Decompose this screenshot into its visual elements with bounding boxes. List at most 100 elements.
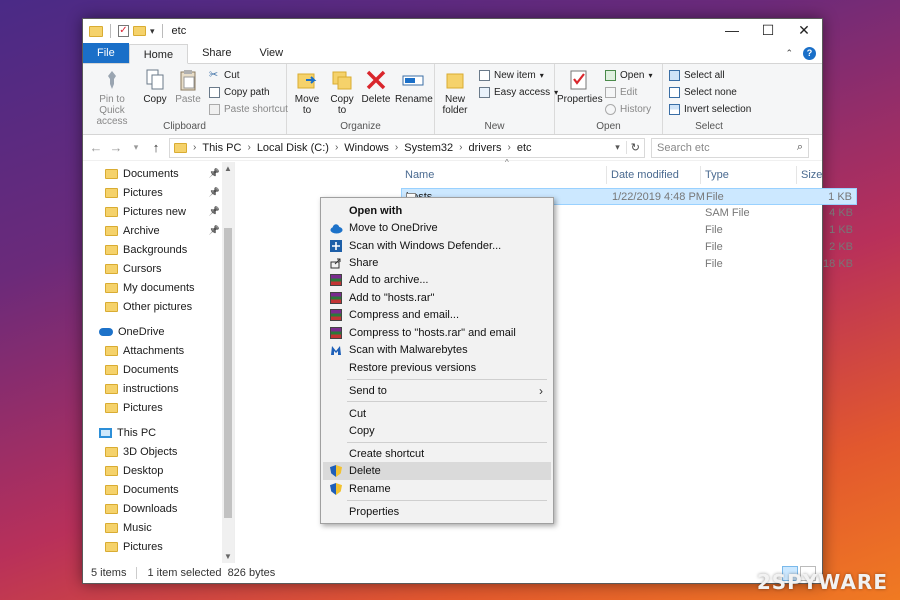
nav-scrollbar[interactable]: ▲ ▼ (222, 162, 234, 563)
select-all-button[interactable]: Select all (669, 70, 725, 81)
breadcrumb-windows[interactable]: Windows (344, 142, 389, 154)
menu-scan-malwarebytes[interactable]: Scan with Malwarebytes (323, 341, 551, 359)
nav-item-onedrive[interactable]: OneDrive (83, 322, 222, 341)
nav-item-onedrive-child[interactable]: Pictures (83, 398, 222, 417)
nav-item-this-pc-child[interactable]: 3D Objects (83, 442, 222, 461)
pin-quick-access-button[interactable]: Pin to Quick access (87, 68, 137, 127)
nav-item-quick-access[interactable]: Other pictures (83, 297, 222, 316)
recent-chevron-icon[interactable]: ▾ (129, 142, 143, 153)
search-box[interactable]: Search etc ⌕ (651, 137, 809, 158)
nav-item-this-pc[interactable]: This PC (83, 423, 222, 442)
nav-item-this-pc-child[interactable]: Pictures (83, 537, 222, 556)
cut-button[interactable]: ✂ Cut (209, 70, 240, 82)
context-menu: Open with Move to OneDrive Scan with Win… (320, 197, 554, 524)
forward-arrow-icon[interactable]: → (109, 140, 123, 155)
breadcrumb-separator: › (334, 142, 339, 153)
delete-ribbon-button[interactable]: Delete (361, 68, 391, 105)
new-item-button[interactable]: New item ▾ (479, 70, 544, 81)
properties-button[interactable]: Properties (557, 68, 603, 105)
nav-item-quick-access[interactable]: Pictures 📌 (83, 183, 222, 202)
open-button[interactable]: Open ▾ (605, 70, 652, 81)
column-header-size[interactable]: Size (797, 166, 857, 184)
maximize-button[interactable]: ☐ (750, 19, 786, 43)
paste-shortcut-button[interactable]: Paste shortcut (209, 104, 288, 115)
nav-item-this-pc-child[interactable]: Downloads (83, 499, 222, 518)
menu-cut[interactable]: Cut (323, 405, 551, 423)
move-to-button[interactable]: Move to (291, 68, 323, 116)
menu-share[interactable]: Share (323, 254, 551, 272)
tab-share[interactable]: Share (188, 43, 245, 63)
column-header-name[interactable]: Name (401, 166, 607, 184)
menu-copy[interactable]: Copy (323, 422, 551, 440)
nav-item-quick-access[interactable]: My documents (83, 278, 222, 297)
copy-to-button[interactable]: Copy to (327, 68, 357, 116)
tab-home[interactable]: Home (128, 44, 189, 64)
menu-compress-rar-email[interactable]: Compress to "hosts.rar" and email (323, 324, 551, 342)
scroll-up-arrow-icon[interactable]: ▲ (222, 164, 234, 173)
folder-icon (105, 503, 118, 514)
menu-open-with[interactable]: Open with (323, 202, 551, 220)
tab-view[interactable]: View (245, 43, 297, 63)
nav-item-quick-access[interactable]: Documents 📌 (83, 164, 222, 183)
nav-item-quick-access[interactable]: Archive 📌 (83, 221, 222, 240)
menu-label: Cut (349, 408, 367, 420)
properties-check-icon[interactable]: ✓ (118, 25, 129, 37)
new-folder-button[interactable]: New folder (439, 68, 471, 116)
ribbon: Pin to Quick access Copy Paste ✂ Cut Cop… (83, 63, 822, 135)
minimize-button[interactable]: — (714, 19, 750, 43)
scroll-down-arrow-icon[interactable]: ▼ (222, 552, 234, 561)
refresh-icon[interactable]: ↻ (625, 141, 640, 154)
breadcrumb-system32[interactable]: System32 (404, 142, 453, 154)
breadcrumb-etc[interactable]: etc (517, 142, 532, 154)
menu-compress-email[interactable]: Compress and email... (323, 306, 551, 324)
menu-properties[interactable]: Properties (323, 503, 551, 521)
menu-restore-versions[interactable]: Restore previous versions (323, 359, 551, 377)
nav-item-quick-access[interactable]: Backgrounds (83, 240, 222, 259)
close-button[interactable]: ✕ (786, 19, 822, 43)
breadcrumb-this-pc[interactable]: This PC (202, 142, 241, 154)
invert-selection-button[interactable]: Invert selection (669, 104, 751, 115)
menu-scan-defender[interactable]: Scan with Windows Defender... (323, 237, 551, 255)
folder-icon[interactable] (89, 25, 103, 37)
up-arrow-icon[interactable]: ↑ (149, 140, 163, 155)
rename-button[interactable]: Rename (395, 68, 433, 105)
help-icon[interactable]: ? (803, 46, 816, 60)
new-item-label: New item (494, 70, 536, 81)
nav-item-quick-access[interactable]: Pictures new 📌 (83, 202, 222, 221)
menu-create-shortcut[interactable]: Create shortcut (323, 445, 551, 463)
nav-item-this-pc-child[interactable]: Desktop (83, 461, 222, 480)
history-button[interactable]: History (605, 104, 651, 115)
breadcrumb-drivers[interactable]: drivers (469, 142, 502, 154)
copy-path-button[interactable]: Copy path (209, 87, 270, 98)
nav-item-onedrive-child[interactable]: Documents (83, 360, 222, 379)
easy-access-button[interactable]: Easy access ▾ (479, 87, 558, 98)
tab-file[interactable]: File (83, 43, 129, 63)
address-bar[interactable]: › This PC › Local Disk (C:) › Windows › … (169, 137, 645, 158)
copy-button[interactable]: Copy (141, 68, 169, 105)
new-folder-icon[interactable] (133, 26, 146, 36)
address-dropdown-icon[interactable]: ▾ (615, 142, 620, 153)
nav-item-this-pc-child[interactable]: Documents (83, 480, 222, 499)
menu-add-to-archive[interactable]: Add to archive... (323, 271, 551, 289)
select-none-button[interactable]: Select none (669, 87, 737, 98)
collapse-ribbon-chevron-icon[interactable]: ⌃ (785, 48, 793, 59)
menu-label: Restore previous versions (349, 362, 477, 374)
edit-button[interactable]: Edit (605, 87, 637, 98)
nav-item-onedrive-child[interactable]: Attachments (83, 341, 222, 360)
scroll-thumb[interactable] (224, 228, 232, 518)
nav-item-quick-access[interactable]: Cursors (83, 259, 222, 278)
menu-move-to-onedrive[interactable]: Move to OneDrive (323, 219, 551, 237)
menu-rename[interactable]: Rename (323, 480, 551, 498)
paste-button[interactable]: Paste (173, 68, 203, 105)
nav-item-onedrive-child[interactable]: instructions (83, 379, 222, 398)
breadcrumb-local-disk[interactable]: Local Disk (C:) (257, 142, 329, 154)
nav-item-this-pc-child[interactable]: Music (83, 518, 222, 537)
menu-delete[interactable]: Delete (323, 462, 551, 480)
column-header-date[interactable]: Date modified (607, 166, 701, 184)
menu-send-to[interactable]: Send to › (323, 382, 551, 400)
back-arrow-icon[interactable]: ← (89, 140, 103, 155)
defender-icon (330, 240, 342, 252)
customize-toolbar-chevron-icon[interactable]: ▾ (150, 26, 155, 37)
menu-add-to-rar[interactable]: Add to "hosts.rar" (323, 289, 551, 307)
column-header-type[interactable]: Type (701, 166, 797, 184)
